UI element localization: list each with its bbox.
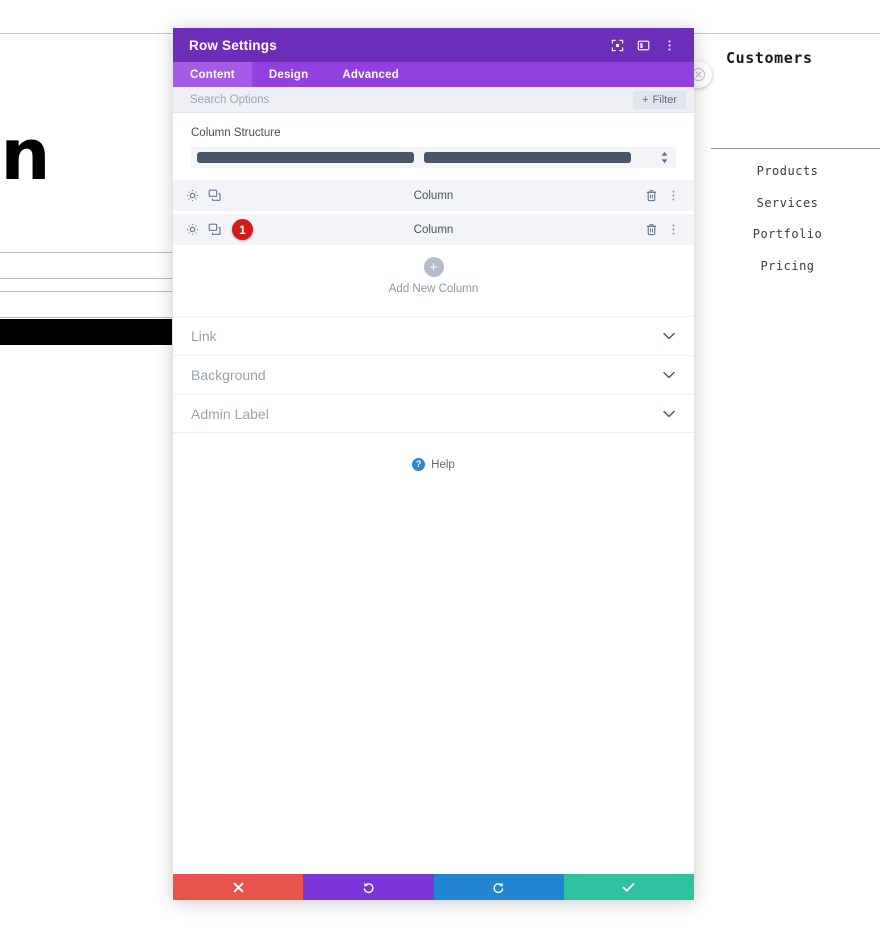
trash-icon[interactable] — [644, 189, 658, 203]
column-structure-label: Column Structure — [191, 127, 281, 139]
column-list: Column 1 Column — [173, 180, 694, 245]
page-left-rule — [0, 317, 172, 318]
undo-button[interactable] — [303, 874, 434, 900]
row-settings-modal: Row Settings Content Design Advanced Sea… — [173, 28, 694, 900]
add-new-column-button[interactable]: + Add New Column — [173, 257, 694, 295]
fullscreen-icon[interactable] — [606, 34, 628, 56]
layout-panel-icon[interactable] — [632, 34, 654, 56]
more-vertical-icon[interactable] — [666, 189, 680, 203]
page-nav-item-services[interactable]: Services — [695, 196, 880, 210]
trash-icon[interactable] — [644, 223, 658, 237]
gear-icon[interactable] — [185, 223, 199, 237]
section-label: Admin Label — [191, 405, 269, 422]
modal-title: Row Settings — [189, 37, 277, 53]
more-vertical-icon[interactable] — [666, 223, 680, 237]
updown-stepper-icon[interactable] — [658, 151, 670, 164]
modal-tabs: Content Design Advanced — [173, 62, 694, 87]
page-right-divider — [711, 148, 880, 149]
column-row-title: Column — [413, 189, 454, 202]
page-left-black-bar — [0, 319, 172, 345]
redo-button[interactable] — [433, 874, 564, 900]
plus-icon: + — [642, 93, 649, 106]
plus-icon: + — [423, 257, 444, 277]
table-row[interactable]: 1 Column — [173, 214, 694, 245]
search-input[interactable] — [190, 93, 634, 106]
table-row[interactable]: Column — [173, 180, 694, 211]
column-structure-block: Column Structure — [173, 113, 694, 168]
chevron-down-icon — [662, 329, 676, 343]
page-left-rule — [0, 252, 172, 253]
help-icon: ? — [412, 458, 426, 471]
page-nav-item-portfolio[interactable]: Portfolio — [695, 227, 880, 241]
cancel-button[interactable] — [173, 874, 304, 900]
help-link[interactable]: ? Help — [173, 458, 694, 471]
modal-footer — [173, 874, 694, 900]
chevron-down-icon — [662, 407, 676, 421]
more-vertical-icon[interactable] — [658, 34, 680, 56]
modal-body: Column Structure Column 1 Column + Add N… — [173, 113, 694, 874]
status-badge: 1 — [232, 219, 253, 240]
column-row-right-icons — [644, 189, 680, 203]
filter-button[interactable]: + Filter — [633, 90, 686, 109]
page-nav-item-pricing[interactable]: Pricing — [695, 259, 880, 273]
section-link[interactable]: Link — [173, 316, 694, 355]
section-label: Background — [191, 367, 266, 383]
page-right-content: Customers Products Services Portfolio Pr… — [695, 34, 880, 933]
tab-design[interactable]: Design — [252, 62, 326, 87]
duplicate-icon[interactable] — [207, 223, 221, 237]
section-admin-label[interactable]: Admin Label — [173, 394, 694, 433]
page-left-rule — [0, 278, 172, 279]
tab-advanced[interactable]: Advanced — [325, 62, 416, 87]
gear-icon[interactable] — [185, 189, 199, 203]
chevron-down-icon — [662, 368, 676, 382]
structure-bar-2[interactable] — [424, 152, 631, 163]
modal-header: Row Settings — [173, 28, 694, 62]
search-bar: + Filter — [173, 87, 694, 113]
page-nav-item-products[interactable]: Products — [695, 164, 880, 178]
page-left-heading: en — [0, 114, 50, 196]
page-right-title: Customers — [726, 49, 813, 67]
structure-bar-1[interactable] — [197, 152, 414, 163]
column-row-left-icons: 1 — [185, 219, 253, 240]
column-row-right-icons — [644, 223, 680, 237]
redo-icon — [492, 881, 505, 894]
check-icon — [622, 882, 635, 893]
page-left-content: en — [0, 34, 172, 933]
add-new-column-label: Add New Column — [388, 283, 479, 295]
tab-content[interactable]: Content — [173, 62, 252, 87]
filter-button-label: Filter — [652, 93, 677, 106]
section-label: Link — [191, 328, 217, 344]
settings-sections: Link Background Admin Label — [173, 316, 694, 433]
column-structure-picker[interactable] — [191, 147, 676, 168]
column-row-left-icons — [185, 189, 221, 203]
save-button[interactable] — [563, 874, 694, 900]
section-background[interactable]: Background — [173, 355, 694, 394]
page-left-rule — [0, 291, 172, 292]
undo-icon — [362, 881, 375, 894]
help-label: Help — [431, 458, 455, 471]
x-icon — [233, 882, 244, 893]
duplicate-icon[interactable] — [207, 189, 221, 203]
